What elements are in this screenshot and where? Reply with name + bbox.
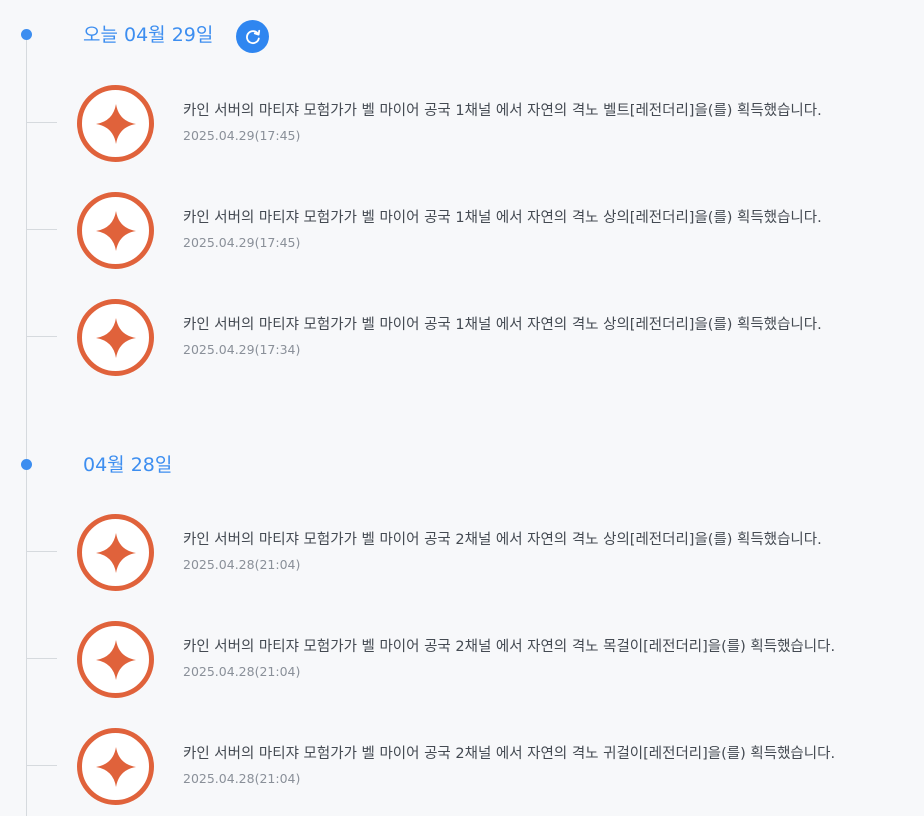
acquisition-item: 카인 서버의 마티쟈 모험가가 벨 마이어 공국 2채널 에서 자연의 격노 목… [0,621,924,701]
acquisition-message: 카인 서버의 마티쟈 모험가가 벨 마이어 공국 2채널 에서 자연의 격노 귀… [183,746,836,762]
timeline-branch-line [27,658,57,659]
date-label: 04월 28일 [83,454,173,476]
sparkle-icon [94,102,138,146]
legendary-badge [77,728,154,805]
acquisition-time: 2025.04.28(21:04) [183,771,301,786]
legendary-badge [77,514,154,591]
acquisition-item: 카인 서버의 마티쟈 모험가가 벨 마이어 공국 1채널 에서 자연의 격노 상… [0,192,924,272]
legendary-badge [77,192,154,269]
sparkle-icon [94,209,138,253]
acquisition-message: 카인 서버의 마티쟈 모험가가 벨 마이어 공국 1채널 에서 자연의 격노 벨… [183,103,822,119]
acquisition-message: 카인 서버의 마티쟈 모험가가 벨 마이어 공국 2채널 에서 자연의 격노 목… [183,639,836,655]
acquisition-message: 카인 서버의 마티쟈 모험가가 벨 마이어 공국 1채널 에서 자연의 격노 상… [183,210,822,226]
timeline-branch-line [27,765,57,766]
acquisition-item: 카인 서버의 마티쟈 모험가가 벨 마이어 공국 2채널 에서 자연의 격노 상… [0,514,924,594]
acquisition-time: 2025.04.29(17:45) [183,128,301,143]
legendary-badge [77,85,154,162]
timeline-group-header: 04월 28일 [0,446,924,486]
legendary-badge [77,299,154,376]
sparkle-icon [94,531,138,575]
acquisition-message: 카인 서버의 마티쟈 모험가가 벨 마이어 공국 1채널 에서 자연의 격노 상… [183,317,822,333]
acquisition-item: 카인 서버의 마티쟈 모험가가 벨 마이어 공국 2채널 에서 자연의 격노 귀… [0,728,924,808]
acquisition-timeline: 오늘 04월 29일 카인 서버의 마티쟈 모험가가 벨 마이어 공국 1채널 … [0,0,924,816]
acquisition-item: 카인 서버의 마티쟈 모험가가 벨 마이어 공국 1채널 에서 자연의 격노 벨… [0,85,924,165]
sparkle-icon [94,316,138,360]
sparkle-icon [94,638,138,682]
timeline-branch-line [27,551,57,552]
sparkle-icon [94,745,138,789]
acquisition-message: 카인 서버의 마티쟈 모험가가 벨 마이어 공국 2채널 에서 자연의 격노 상… [183,532,822,548]
refresh-icon [244,28,262,46]
acquisition-time: 2025.04.28(21:04) [183,664,301,679]
refresh-button[interactable] [236,20,269,53]
acquisition-item: 카인 서버의 마티쟈 모험가가 벨 마이어 공국 1채널 에서 자연의 격노 상… [0,299,924,379]
acquisition-time: 2025.04.28(21:04) [183,557,301,572]
date-label: 오늘 04월 29일 [83,24,214,46]
timeline-group-header: 오늘 04월 29일 [0,16,924,56]
acquisition-time: 2025.04.29(17:45) [183,235,301,250]
timeline-dot [21,29,32,40]
timeline-branch-line [27,122,57,123]
acquisition-time: 2025.04.29(17:34) [183,342,301,357]
timeline-dot [21,459,32,470]
legendary-badge [77,621,154,698]
timeline-branch-line [27,229,57,230]
timeline-branch-line [27,336,57,337]
